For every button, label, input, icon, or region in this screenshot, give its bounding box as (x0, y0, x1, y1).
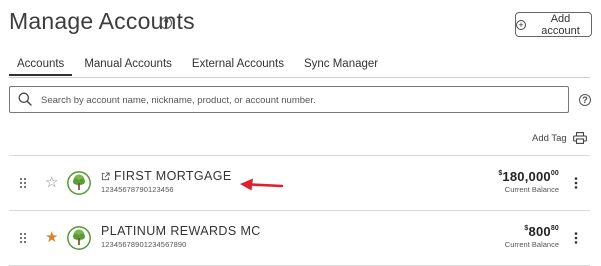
account-row[interactable]: ★ PLATINUM REWARDS MC 123456789012345678… (0, 211, 601, 266)
balance-whole: 180,000 (502, 169, 551, 184)
balance-cents: 00 (550, 170, 559, 177)
star-filled-icon[interactable]: ★ (45, 230, 58, 245)
bank-logo (67, 226, 91, 250)
red-arrow-icon (240, 178, 284, 191)
balance-amount: $80080 (505, 224, 559, 239)
account-number: 12345678790123456 (101, 185, 174, 194)
add-account-label: Add account (541, 12, 580, 37)
tabs-divider (9, 77, 590, 78)
help-icon[interactable]: ? (160, 17, 172, 29)
external-link-icon[interactable] (101, 171, 110, 181)
account-row[interactable]: ☆ FIRST MORTGAGE 12345678790123456 $180,… (0, 156, 601, 211)
search-bar[interactable] (9, 86, 569, 113)
drag-handle-icon[interactable] (19, 232, 27, 244)
more-vertical-icon[interactable] (574, 232, 578, 244)
search-input[interactable] (41, 91, 561, 109)
more-vertical-icon[interactable] (574, 177, 578, 189)
plus-circle-icon: + (516, 19, 526, 30)
add-tag-label: Add Tag (532, 132, 567, 144)
drag-handle-icon[interactable] (19, 177, 27, 189)
tab-bar: Accounts Manual Accounts External Accoun… (9, 58, 390, 76)
account-balance: $80080 Current Balance (505, 224, 559, 249)
balance-label: Current Balance (504, 185, 559, 194)
account-balance: $180,00000 Current Balance (498, 169, 559, 194)
search-help-icon[interactable]: ? (579, 94, 591, 106)
tab-external-accounts[interactable]: External Accounts (184, 58, 292, 76)
printer-icon[interactable] (572, 132, 587, 144)
account-name[interactable]: PLATINUM REWARDS MC (101, 224, 261, 238)
bank-logo (67, 171, 91, 195)
account-name[interactable]: FIRST MORTGAGE (101, 169, 232, 183)
balance-cents: 80 (550, 225, 559, 232)
tab-sync-manager[interactable]: Sync Manager (296, 58, 386, 76)
account-number: 12345678901234567890 (101, 240, 187, 249)
account-name-text: FIRST MORTGAGE (114, 169, 232, 183)
account-name-text: PLATINUM REWARDS MC (101, 224, 261, 238)
star-outline-icon[interactable]: ☆ (45, 175, 58, 190)
search-icon (18, 92, 32, 106)
add-account-button[interactable]: + Add account (515, 12, 592, 37)
add-tag-button[interactable]: Add Tag (532, 132, 587, 144)
balance-label: Current Balance (504, 240, 559, 249)
tab-manual-accounts[interactable]: Manual Accounts (76, 58, 180, 76)
tab-accounts[interactable]: Accounts (9, 58, 73, 76)
balance-whole: 800 (528, 224, 551, 239)
balance-amount: $180,00000 (498, 169, 559, 184)
